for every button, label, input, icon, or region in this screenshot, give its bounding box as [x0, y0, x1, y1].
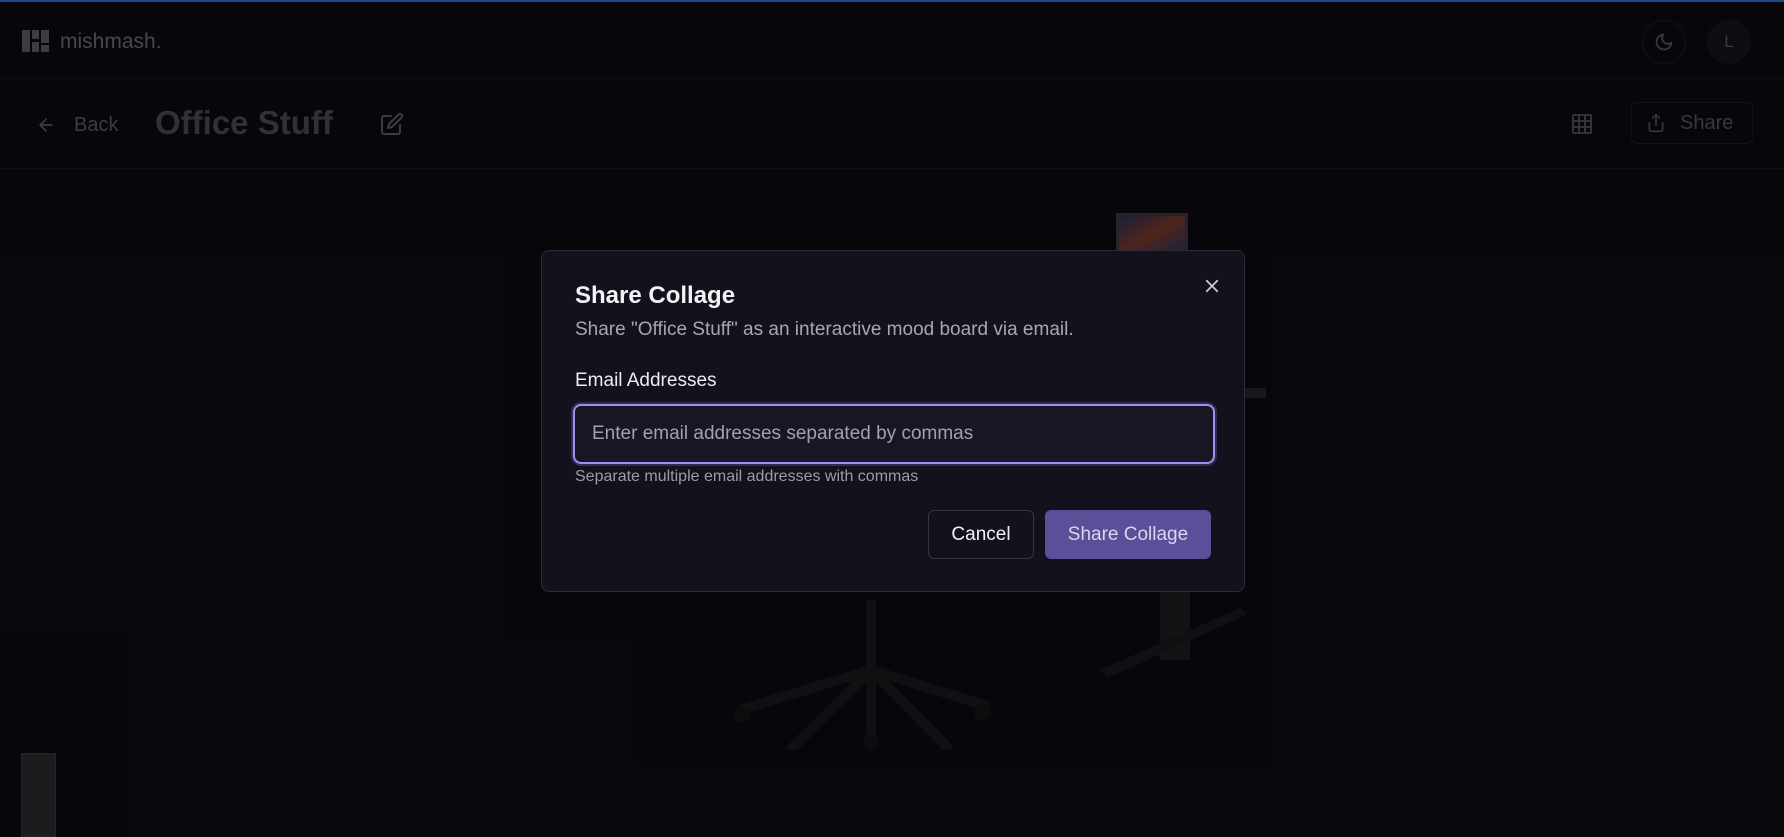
- cancel-button[interactable]: Cancel: [928, 510, 1034, 559]
- app-page: mishmash. L Back Office Stuff Share Shar…: [0, 0, 1784, 837]
- share-collage-dialog: Share Collage Share "Office Stuff" as an…: [541, 250, 1245, 592]
- close-button[interactable]: [1201, 275, 1223, 297]
- close-icon: [1205, 279, 1219, 293]
- email-field-label: Email Addresses: [575, 370, 717, 391]
- email-help-text: Separate multiple email addresses with c…: [575, 468, 919, 485]
- email-field[interactable]: [573, 404, 1215, 464]
- dialog-title: Share Collage: [575, 282, 736, 309]
- dialog-description: Share "Office Stuff" as an interactive m…: [575, 319, 1074, 340]
- share-collage-button[interactable]: Share Collage: [1045, 510, 1211, 559]
